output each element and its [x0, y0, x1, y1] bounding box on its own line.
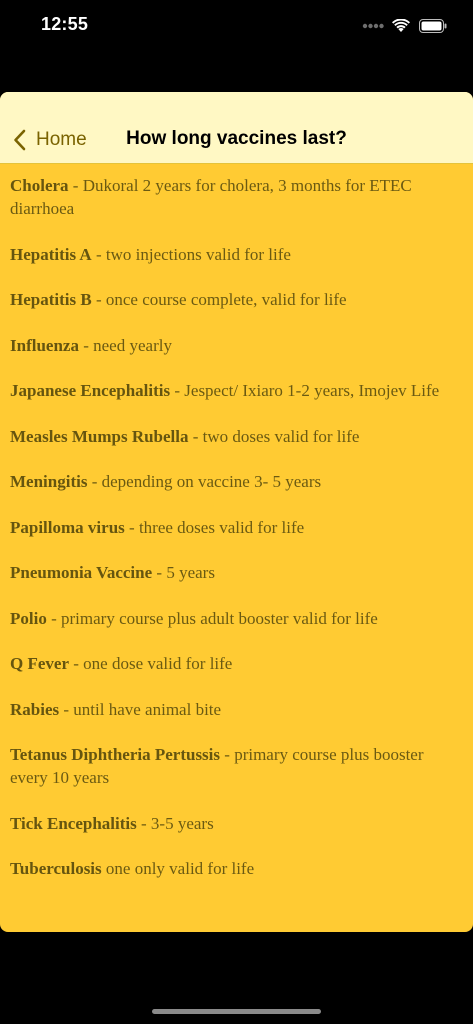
vaccine-name: Polio [10, 608, 47, 628]
separator: - [91, 290, 106, 309]
separator: - [124, 517, 139, 537]
vaccine-name: Hepatitis B [10, 290, 92, 309]
vaccine-detail: one dose valid for life [83, 654, 233, 673]
vaccine-name: Influenza [10, 335, 79, 355]
list-item: Pneumonia Vaccine - 5 years [10, 561, 460, 584]
vaccine-detail: depending on vaccine 3- 5 years [101, 472, 322, 491]
list-item: Meningitis - depending on vaccine 3- 5 y… [10, 470, 460, 493]
separator: - [69, 654, 84, 673]
list-item: Q Fever - one dose valid for life [10, 652, 460, 675]
separator: - [188, 426, 203, 446]
separator: - [170, 381, 185, 400]
vaccine-name: Rabies [10, 699, 60, 719]
vaccine-name: Q Fever [10, 654, 69, 673]
vaccine-name: Tetanus Diphtheria Pertussis [10, 745, 221, 764]
vaccine-detail: Jespect/ Ixiaro 1-2 years, Imojev Life [184, 381, 440, 400]
list-item: Japanese Encephalitis - Jespect/ Ixiaro … [10, 379, 460, 402]
list-item: Influenza - need yearly [10, 334, 460, 357]
vaccine-name: Tuberculosis [10, 859, 102, 878]
separator: - [78, 335, 94, 355]
status-bar: 12:55 [0, 0, 473, 54]
vaccine-list: Cholera - Dukoral 2 years for cholera, 3… [10, 174, 460, 903]
vaccine-detail: need yearly [93, 335, 172, 355]
list-item: Tuberculosis one only valid for life [10, 857, 460, 880]
separator: - [220, 745, 235, 764]
list-item: Hepatitis A - two injections valid for l… [10, 243, 460, 266]
vaccine-detail: until have animal bite [73, 699, 222, 719]
vaccine-detail: 3-5 years [150, 813, 214, 833]
status-icons [362, 16, 447, 36]
separator: - [59, 699, 74, 719]
separator: - [68, 176, 83, 195]
vaccine-name: Papilloma virus [10, 517, 125, 537]
home-indicator[interactable] [152, 1009, 321, 1014]
vaccine-name: Cholera [10, 176, 69, 195]
list-item: Tetanus Diphtheria Pertussis - primary c… [10, 743, 460, 789]
content-sheet: Home How long vaccines last? Cholera - D… [0, 92, 473, 932]
vaccine-detail: 5 years [166, 563, 215, 582]
vaccine-detail: once course complete, valid for life [105, 290, 347, 309]
list-item: Papilloma virus - three doses valid for … [10, 516, 460, 539]
vaccine-name: Measles Mumps Rubella [10, 426, 189, 446]
vaccine-name: Japanese Encephalitis [10, 381, 171, 400]
navigation-bar: Home How long vaccines last? [0, 92, 473, 164]
list-item: Measles Mumps Rubella - two doses valid … [10, 425, 460, 448]
list-item: Hepatitis B - once course complete, vali… [10, 288, 460, 311]
list-item: Rabies - until have animal bite [10, 698, 460, 721]
wifi-icon [392, 19, 410, 32]
separator: - [91, 244, 106, 264]
separator: - [87, 472, 102, 491]
vaccine-name: Meningitis [10, 472, 88, 491]
cellular-signal-icon [362, 23, 384, 29]
separator: - [136, 813, 151, 833]
battery-icon [419, 19, 447, 33]
list-item: Tick Encephalitis - 3-5 years [10, 812, 460, 835]
vaccine-name: Hepatitis A [10, 244, 92, 264]
list-item: Polio - primary course plus adult booste… [10, 607, 460, 630]
list-item: Cholera - Dukoral 2 years for cholera, 3… [10, 174, 460, 220]
vaccine-detail: primary course plus adult booster valid … [61, 608, 378, 628]
vaccine-name: Pneumonia Vaccine [10, 563, 153, 582]
separator: - [152, 563, 167, 582]
status-time: 12:55 [41, 14, 89, 34]
vaccine-detail: two doses valid for life [202, 426, 360, 446]
page-title: How long vaccines last? [126, 128, 347, 149]
vaccine-detail: three doses valid for life [138, 517, 305, 537]
separator: - [46, 608, 62, 628]
vaccine-name: Tick Encephalitis [10, 813, 137, 833]
vaccine-detail: two injections valid for life [105, 244, 291, 264]
vaccine-detail: one only valid for life [105, 859, 255, 878]
